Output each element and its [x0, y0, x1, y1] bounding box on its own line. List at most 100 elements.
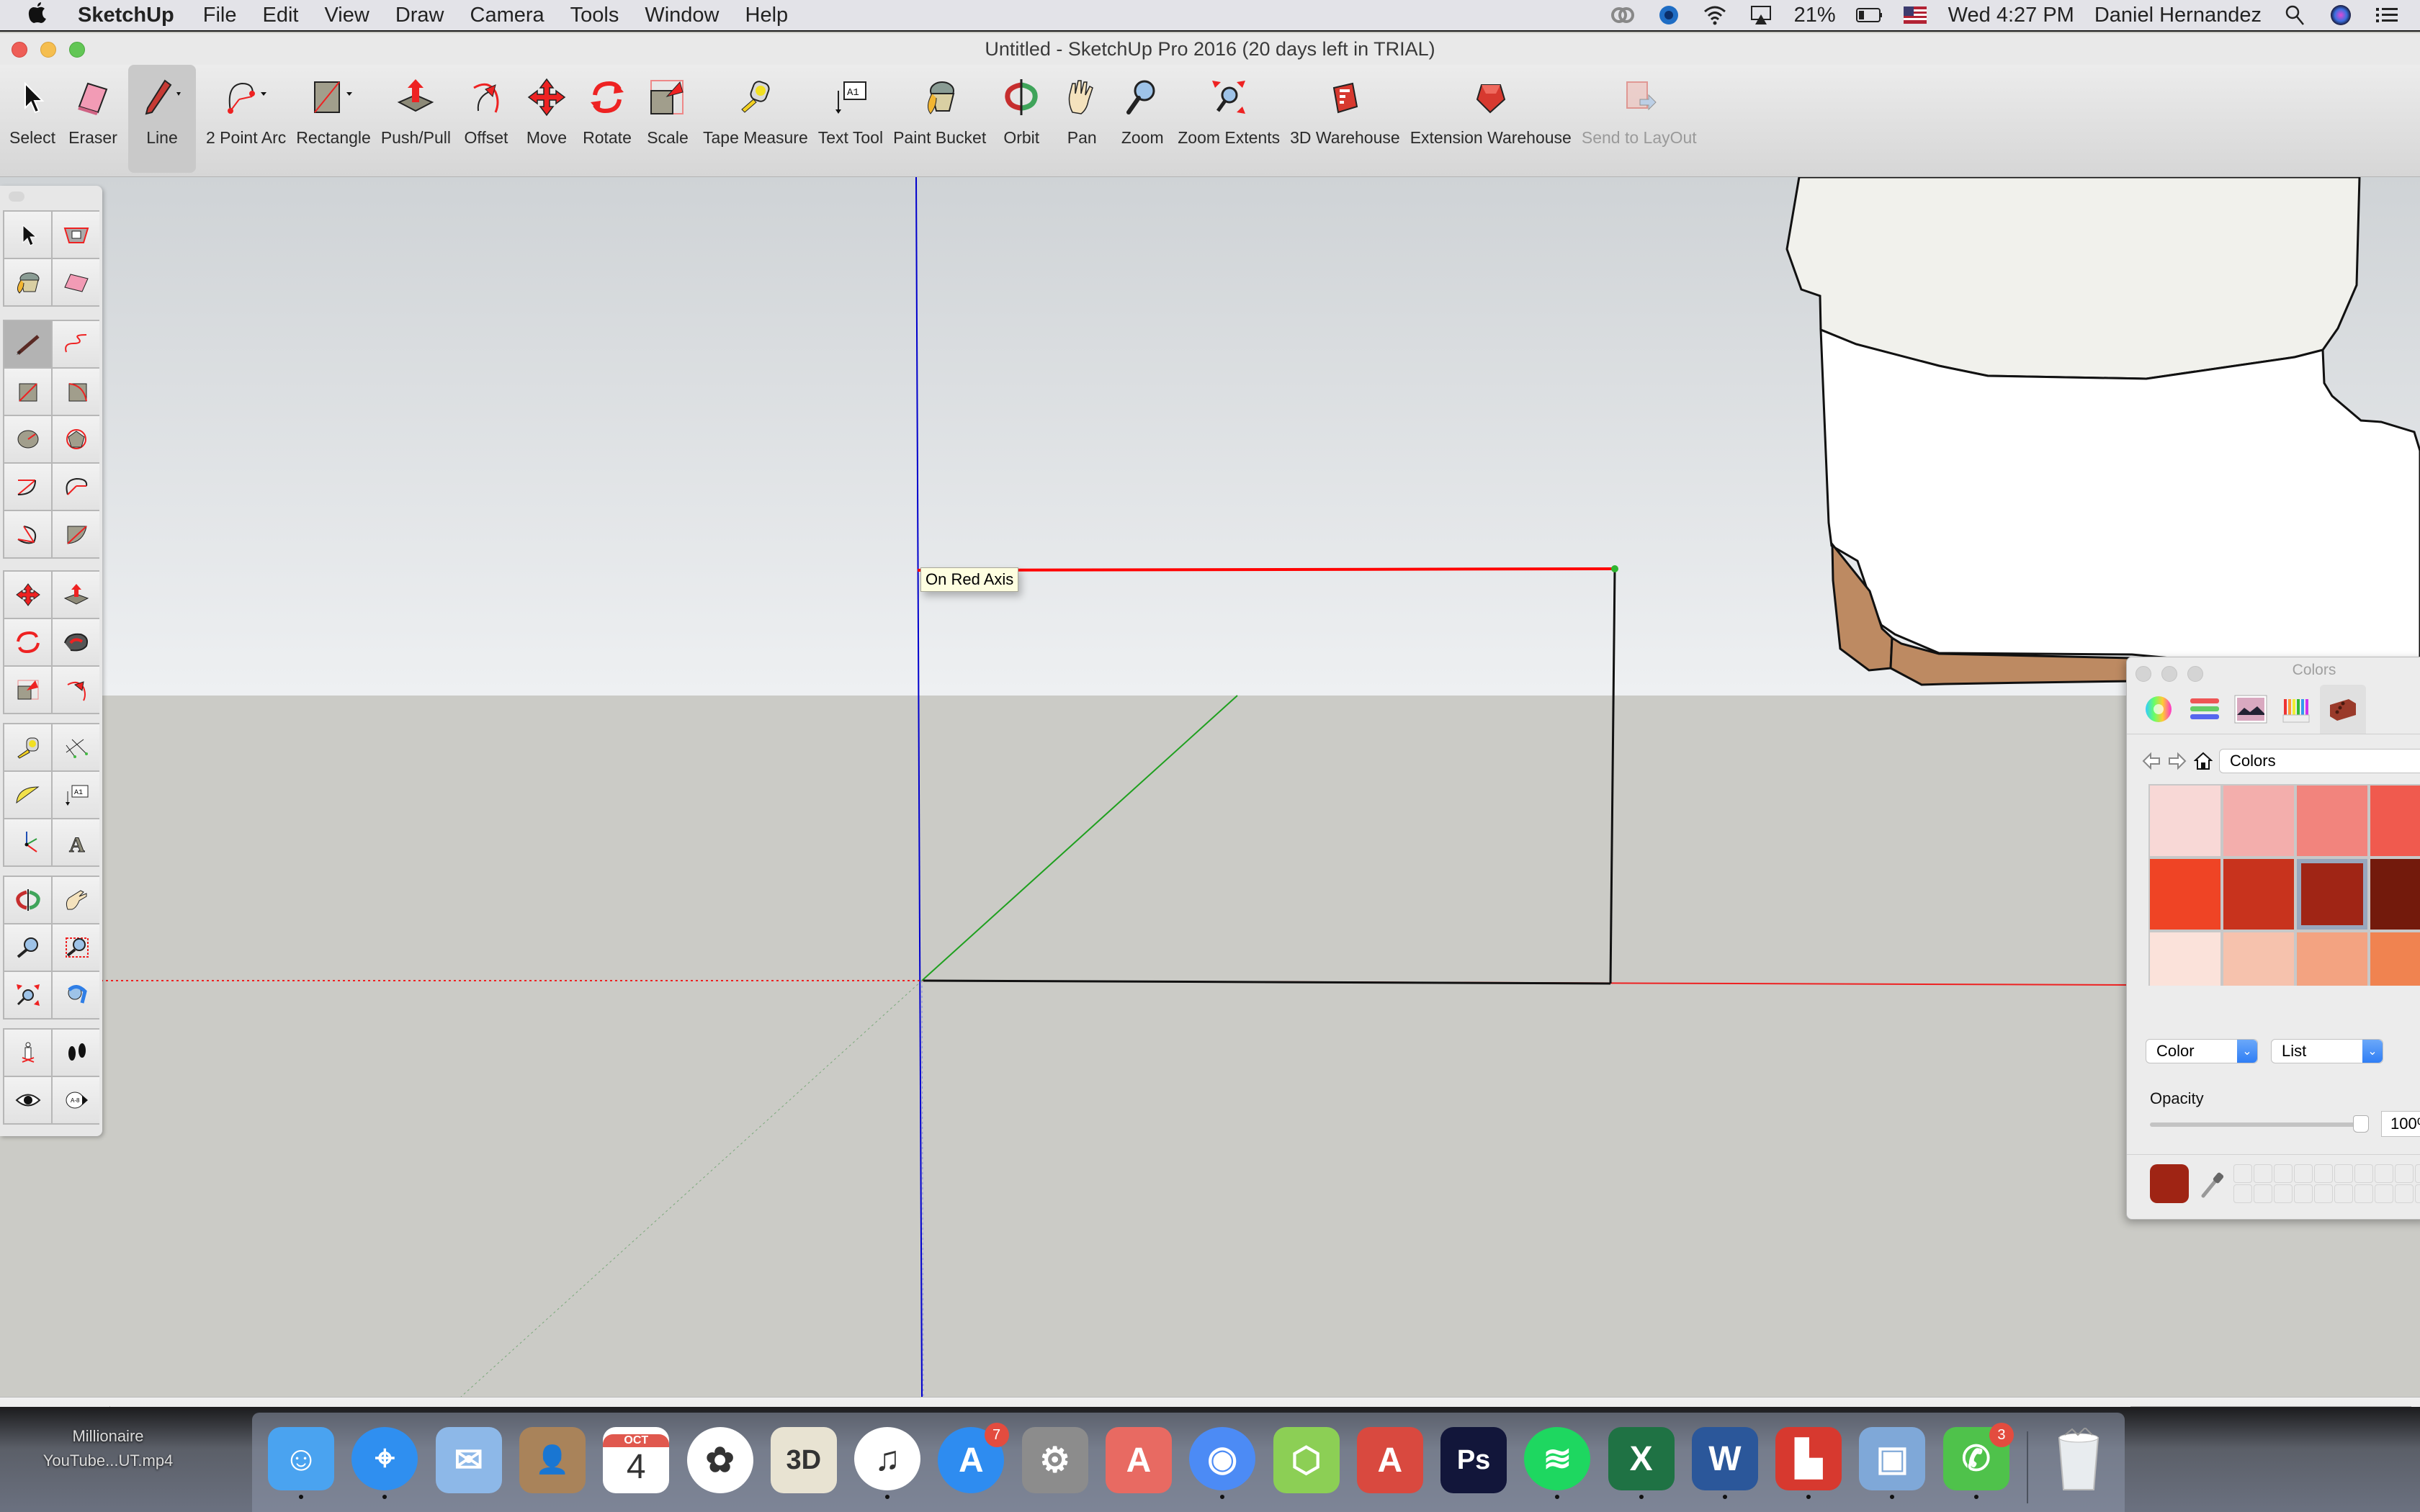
us-flag-input-icon[interactable]	[1902, 3, 1928, 27]
airplay-icon[interactable]	[1748, 3, 1774, 27]
tool-pan[interactable]: Pan	[1057, 65, 1107, 173]
palette-zoom-window[interactable]	[53, 924, 99, 971]
palette-3-point-arc[interactable]	[4, 511, 51, 557]
palette-3d-text[interactable]: A	[53, 819, 99, 865]
palette-zoom-extents[interactable]	[4, 972, 51, 1018]
palette-rectangle[interactable]	[4, 369, 51, 415]
eyedropper-icon[interactable]	[2197, 1169, 2226, 1200]
creative-cloud-icon[interactable]	[1610, 3, 1636, 27]
tool-move[interactable]: Move	[521, 65, 572, 173]
dock-item-mail[interactable]: ✉	[431, 1427, 506, 1499]
dock-item-maps[interactable]: 3D	[766, 1427, 841, 1499]
color-swatch[interactable]	[2150, 786, 2220, 856]
menu-window[interactable]: Window	[645, 4, 719, 27]
tool-rectangle[interactable]: Rectangle	[296, 65, 371, 173]
dock-item-calendar[interactable]: OCT 4	[599, 1427, 673, 1499]
palette-close-button[interactable]	[9, 192, 24, 202]
tab-color-wheel[interactable]	[2136, 685, 2182, 734]
menu-app-name[interactable]: SketchUp	[78, 4, 174, 27]
close-window-button[interactable]	[12, 42, 27, 58]
clock[interactable]: Wed 4:27 PM	[1948, 4, 2074, 27]
tool-send-to-layout[interactable]: Send to LayOut	[1582, 65, 1697, 173]
dock-item-safari[interactable]: ⌖	[347, 1427, 422, 1499]
color-swatch[interactable]	[2370, 786, 2420, 856]
dock-item-preview[interactable]: ▣	[1855, 1427, 1930, 1499]
opacity-slider-thumb[interactable]	[2353, 1115, 2369, 1133]
spotlight-search-icon[interactable]	[2282, 3, 2308, 27]
palette-arc[interactable]	[4, 464, 51, 510]
favorite-color-well[interactable]	[2354, 1164, 2373, 1183]
dock-item-itunes[interactable]: ♫	[850, 1427, 925, 1499]
palette-make-component[interactable]	[53, 212, 99, 258]
palette-follow-me[interactable]	[53, 619, 99, 665]
dock-item-spotify[interactable]: ≋	[1520, 1427, 1595, 1499]
color-swatch[interactable]	[2223, 932, 2294, 986]
palette-position-camera[interactable]	[4, 1030, 51, 1076]
favorite-color-well[interactable]	[2395, 1184, 2414, 1203]
menu-camera[interactable]: Camera	[470, 4, 544, 27]
palette-move[interactable]	[4, 572, 51, 618]
dock-item-whatsapp[interactable]: ✆ 3	[1939, 1423, 2014, 1499]
desktop-file-icon[interactable]: Millionaire YouTube...UT.mp4	[14, 1424, 202, 1473]
tool-zoom-extents[interactable]: Zoom Extents	[1178, 65, 1280, 173]
color-mode-select[interactable]: Color ⌄	[2146, 1039, 2258, 1063]
favorite-color-well[interactable]	[2233, 1164, 2252, 1183]
current-color-well[interactable]	[2150, 1164, 2189, 1203]
dock-item-excel[interactable]: X	[1604, 1427, 1679, 1499]
favorite-color-well[interactable]	[2314, 1164, 2333, 1183]
palette-eraser[interactable]	[53, 259, 99, 305]
tool-tape-measure[interactable]: Tape Measure	[703, 65, 808, 173]
dock-item-app-store[interactable]: A7	[933, 1423, 1009, 1499]
palette-look-around[interactable]	[4, 1077, 51, 1123]
tool-rotate[interactable]: Rotate	[582, 65, 632, 173]
palette-pan[interactable]	[53, 877, 99, 923]
palette-push-pull[interactable]	[53, 572, 99, 618]
menu-view[interactable]: View	[324, 4, 369, 27]
dock-item-autocad-2[interactable]: A	[1353, 1427, 1428, 1499]
palette-rotate[interactable]	[4, 619, 51, 665]
favorite-color-well[interactable]	[2395, 1164, 2414, 1183]
palette-walk[interactable]	[53, 1030, 99, 1076]
tab-color-sliders[interactable]	[2182, 685, 2228, 734]
dock-item-finder[interactable]: ☺	[264, 1427, 339, 1499]
palette-tape-measure[interactable]	[4, 724, 51, 770]
forward-arrow-icon[interactable]	[2167, 750, 2187, 772]
favorite-color-well[interactable]	[2274, 1184, 2293, 1203]
palette-zoom[interactable]	[4, 924, 51, 971]
notification-center-icon[interactable]	[2374, 3, 2400, 27]
color-swatch[interactable]	[2150, 932, 2220, 986]
palette-scale[interactable]	[4, 667, 51, 713]
material-category-breadcrumb[interactable]: Colors	[2219, 749, 2420, 773]
menu-tools[interactable]: Tools	[570, 4, 619, 27]
tool-select[interactable]: Select	[7, 65, 58, 173]
palette-dimension[interactable]	[53, 724, 99, 770]
color-swatch[interactable]	[2370, 932, 2420, 986]
color-view-select[interactable]: List ⌄	[2271, 1039, 2383, 1063]
palette-text[interactable]: A1	[53, 772, 99, 818]
color-swatch[interactable]	[2370, 859, 2420, 930]
favorite-color-well[interactable]	[2375, 1164, 2393, 1183]
home-icon[interactable]	[2193, 750, 2213, 772]
dock-item-sketchup[interactable]: ▙	[1771, 1427, 1846, 1499]
tab-pencils[interactable]	[2274, 685, 2320, 734]
tool-zoom[interactable]: Zoom	[1117, 65, 1168, 173]
tool-paint-bucket[interactable]: Paint Bucket	[893, 65, 986, 173]
dock-item-system-preferences[interactable]: ⚙	[1018, 1427, 1093, 1499]
palette-rotated-rectangle[interactable]	[53, 369, 99, 415]
menu-edit[interactable]: Edit	[263, 4, 299, 27]
dock-item-google-chrome[interactable]: ◉	[1185, 1427, 1260, 1499]
siri-icon[interactable]	[2328, 3, 2354, 27]
minimize-window-button[interactable]	[40, 42, 56, 58]
user-name[interactable]: Daniel Hernandez	[2094, 4, 2262, 27]
dock-item-contacts[interactable]: 👤	[515, 1427, 590, 1499]
color-swatch-selected[interactable]	[2297, 859, 2367, 930]
tool-3d-warehouse[interactable]: 3D Warehouse	[1290, 65, 1400, 173]
dock-item-diagram-app[interactable]: ⬡	[1268, 1427, 1343, 1499]
color-swatch[interactable]	[2297, 932, 2367, 986]
menu-help[interactable]: Help	[745, 4, 789, 27]
sync-icon[interactable]	[1656, 3, 1682, 27]
tool-text[interactable]: A1 Text Tool	[818, 65, 883, 173]
favorite-color-well[interactable]	[2274, 1164, 2293, 1183]
dock-item-photoshop[interactable]: Ps	[1436, 1427, 1511, 1499]
tool-offset[interactable]: Offset	[461, 65, 511, 173]
